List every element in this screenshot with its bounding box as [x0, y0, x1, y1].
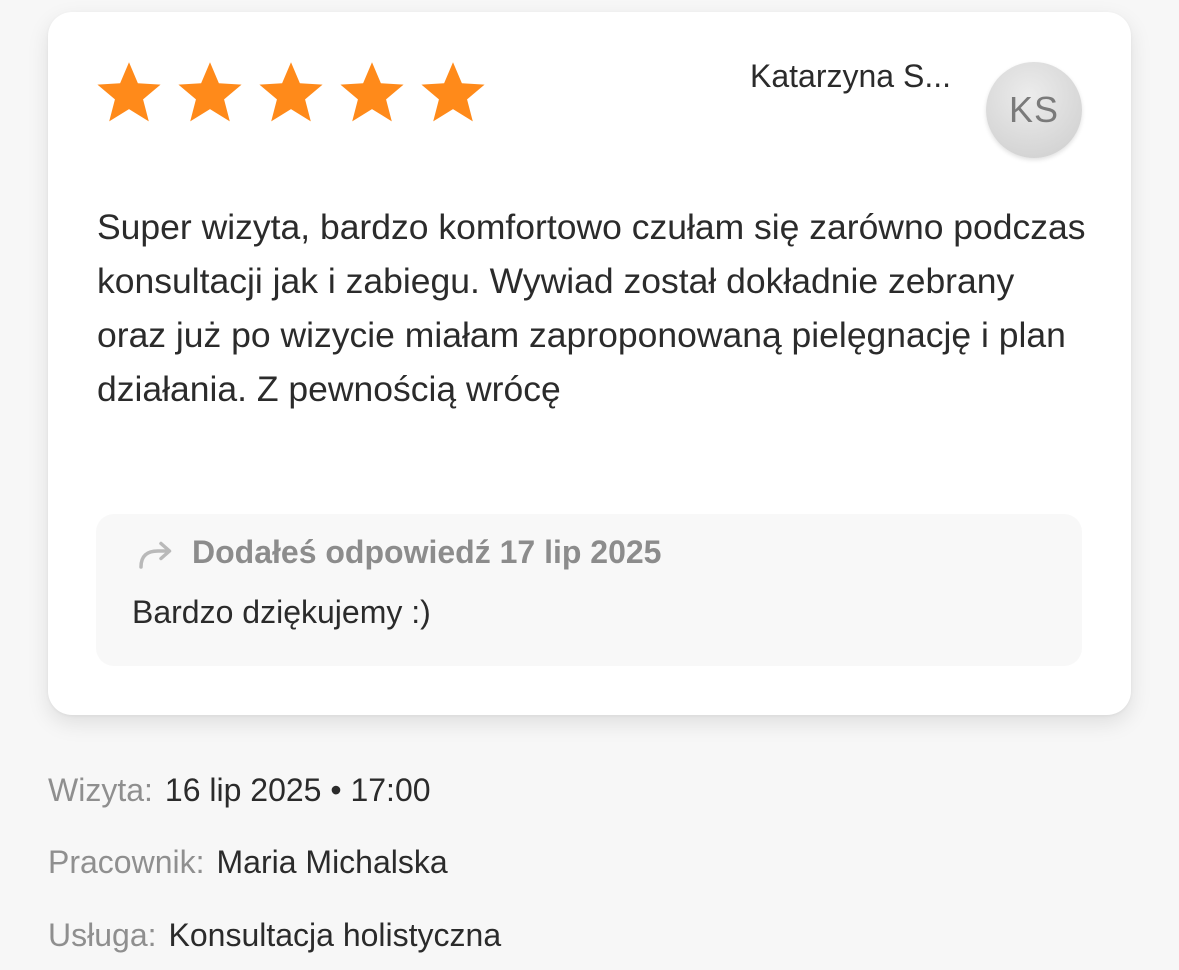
reply-meta: Dodałeś odpowiedź 17 lip 2025	[192, 534, 662, 570]
review-card: Katarzyna S... KS Super wizyta, bardzo k…	[48, 12, 1131, 715]
reply-box: Dodałeś odpowiedź 17 lip 2025 Bardzo dzi…	[96, 514, 1082, 666]
star-icon	[178, 62, 242, 122]
review-text: Super wizyta, bardzo komfortowo czułam s…	[97, 207, 1086, 409]
employee-row: Pracownik: Maria Michalska	[48, 844, 448, 881]
star-icon	[340, 62, 404, 122]
star-icon	[259, 62, 323, 122]
visit-value: 16 lip 2025 • 17:00	[164, 772, 431, 808]
star-rating	[94, 60, 488, 126]
star-icon	[97, 62, 161, 122]
service-row: Usługa: Konsultacja holistyczna	[48, 917, 501, 954]
employee-label: Pracownik:	[48, 844, 205, 880]
avatar: KS	[986, 62, 1082, 158]
service-value: Konsultacja holistyczna	[168, 917, 502, 953]
reply-text: Bardzo dziękujemy :)	[132, 594, 431, 630]
reply-arrow-icon	[139, 541, 172, 569]
visit-row: Wizyta: 16 lip 2025 • 17:00	[48, 772, 431, 809]
visit-label: Wizyta:	[48, 772, 153, 808]
reviewer-name: Katarzyna S...	[750, 58, 951, 94]
service-label: Usługa:	[48, 917, 157, 953]
employee-value: Maria Michalska	[216, 844, 448, 880]
star-icon	[421, 62, 485, 122]
